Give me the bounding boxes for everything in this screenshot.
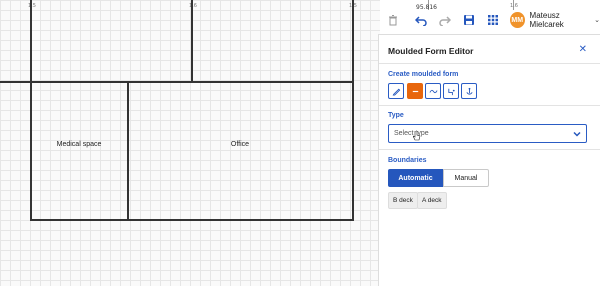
- curve-icon: [428, 89, 438, 93]
- type-select-value: Select type: [394, 130, 429, 137]
- user-name: Mateusz Mielcarek: [529, 11, 564, 29]
- curve-tool-button[interactable]: [425, 83, 441, 99]
- close-icon[interactable]: ✕: [579, 44, 587, 55]
- step-icon: [447, 88, 455, 95]
- room-label-medical-space: Medical space: [56, 141, 102, 148]
- automatic-mode-button[interactable]: Automatic: [388, 169, 443, 187]
- redo-button[interactable]: [435, 10, 455, 30]
- user-menu[interactable]: MM Mateusz Mielcarek ⌄: [510, 11, 600, 29]
- grid-button[interactable]: [483, 10, 503, 30]
- save-button[interactable]: [459, 10, 479, 30]
- redo-icon: [439, 16, 451, 26]
- undo-icon: [415, 16, 427, 26]
- anchor-icon: [465, 87, 473, 95]
- panel-title: Moulded Form Editor: [388, 46, 474, 56]
- chevron-down-icon: [573, 131, 581, 137]
- divider: [379, 105, 600, 106]
- wall-line: [30, 0, 32, 221]
- ruler-tick-label: 1.6: [510, 3, 518, 9]
- line-tool-button[interactable]: [407, 83, 423, 99]
- deck-chip-a[interactable]: A deck: [417, 192, 447, 209]
- plan-canvas[interactable]: 1.5 1.6 1.5 Medical space Office: [0, 0, 380, 286]
- trash-icon: [389, 15, 397, 26]
- moulded-form-editor-panel: Moulded Form Editor ✕ Create moulded for…: [378, 34, 600, 286]
- chevron-down-icon: ⌄: [594, 17, 600, 24]
- undo-button[interactable]: [411, 10, 431, 30]
- wall-line: [191, 0, 193, 82]
- boundaries-label: Boundaries: [388, 157, 427, 164]
- pencil-icon: [392, 88, 400, 96]
- grid-icon: [488, 15, 498, 25]
- step-tool-button[interactable]: [443, 83, 459, 99]
- save-icon: [464, 15, 474, 25]
- anchor-tool-button[interactable]: [461, 83, 477, 99]
- pencil-tool-button[interactable]: [388, 83, 404, 99]
- deck-chip-b[interactable]: B deck: [388, 192, 418, 209]
- type-select[interactable]: Select type: [388, 124, 587, 143]
- top-toolbar: [380, 8, 507, 32]
- delete-button[interactable]: [383, 10, 403, 30]
- create-moulded-form-label: Create moulded form: [388, 71, 459, 78]
- wall-line: [30, 219, 353, 221]
- avatar: MM: [510, 12, 525, 28]
- wall-line: [0, 81, 353, 83]
- line-icon: [412, 90, 418, 92]
- manual-mode-button[interactable]: Manual: [443, 169, 489, 187]
- divider: [379, 149, 600, 150]
- type-label: Type: [388, 112, 404, 119]
- room-label-office: Office: [230, 141, 250, 148]
- wall-line: [352, 0, 354, 221]
- divider: [379, 63, 600, 64]
- pointer-cursor-icon: [413, 131, 421, 141]
- wall-line: [127, 81, 129, 221]
